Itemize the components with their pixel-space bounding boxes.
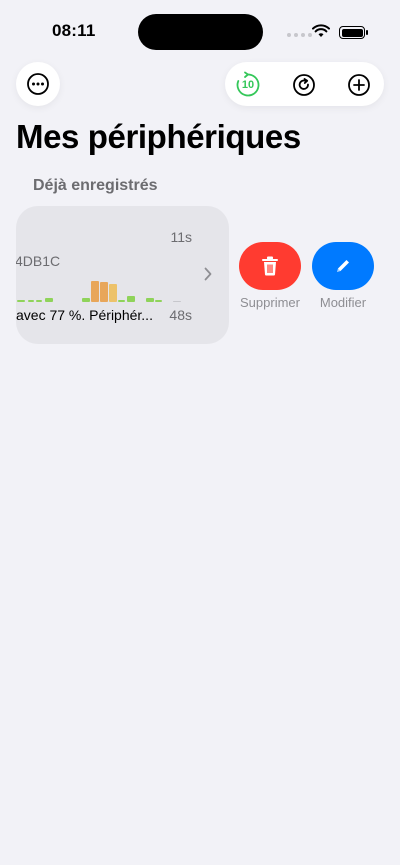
refresh-button[interactable] <box>290 71 318 99</box>
activity-bar <box>91 281 99 302</box>
activity-bar <box>173 301 181 302</box>
toolbar: 10 <box>225 62 384 106</box>
status-bar: 08:11 <box>0 0 400 62</box>
wifi-icon <box>312 24 330 37</box>
activity-bar <box>28 300 34 302</box>
more-options-button[interactable] <box>16 62 60 106</box>
device-id: 4DB1C <box>16 253 61 269</box>
battery-icon <box>339 26 368 39</box>
section-header: Déjà enregistrés <box>33 177 158 194</box>
trash-icon <box>262 256 278 276</box>
activity-bar <box>100 282 108 302</box>
delete-button[interactable] <box>239 242 301 290</box>
page-title: Mes périphériques <box>16 118 301 155</box>
activity-bar <box>155 300 162 302</box>
activity-bar <box>17 300 25 302</box>
add-device-button[interactable] <box>345 71 373 99</box>
pencil-icon <box>337 260 349 272</box>
edit-label: Modifier <box>319 295 367 310</box>
device-card[interactable]: 11s 4DB1C avec 77 %. Périphér... 48s <box>16 206 229 344</box>
status-time: 08:11 <box>52 21 96 40</box>
activity-bar <box>109 284 117 302</box>
activity-bar <box>82 298 90 302</box>
activity-bar <box>146 298 154 302</box>
timer-value: 10 <box>241 79 255 91</box>
duration-top: 11s <box>170 229 192 245</box>
refresh-icon <box>293 74 315 96</box>
activity-bar <box>118 300 125 302</box>
activity-bar <box>127 296 135 302</box>
activity-bars <box>16 278 186 302</box>
dynamic-island <box>138 14 263 50</box>
chevron-right-icon <box>204 267 212 281</box>
cellular-signal-icon <box>287 33 312 37</box>
ellipsis-circle-icon <box>27 73 49 95</box>
plus-circle-icon <box>348 74 370 96</box>
activity-bar <box>36 300 42 302</box>
device-subtitle: avec 77 %. Périphér... <box>16 307 153 323</box>
delete-label: Supprimer <box>240 295 300 310</box>
timer-button[interactable]: 10 <box>234 71 262 99</box>
activity-bar <box>45 298 53 302</box>
duration-bottom: 48s <box>169 307 192 323</box>
edit-button[interactable] <box>312 242 374 290</box>
